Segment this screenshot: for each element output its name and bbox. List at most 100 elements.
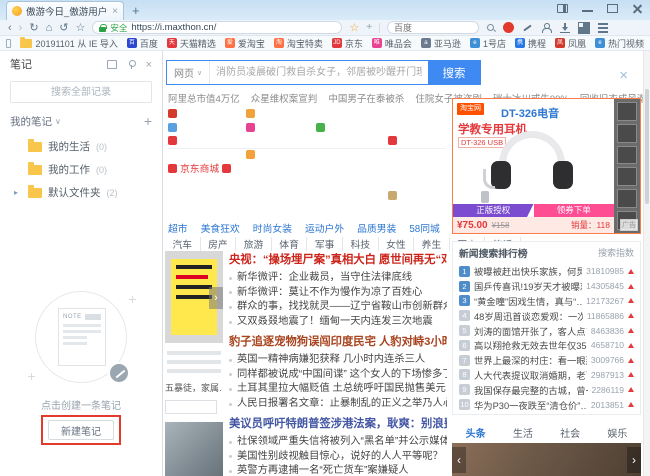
site-link[interactable]: 12306 · 火车票	[316, 148, 388, 162]
account-icon[interactable]	[540, 22, 552, 33]
favorite-star-icon[interactable]: ☆	[349, 21, 359, 34]
news-item[interactable]: 同样都被说成“中国间谍” 这个女人的下场惨多了	[229, 368, 447, 383]
download-icon[interactable]	[559, 22, 571, 33]
shop-category-link[interactable]: 美食狂欢	[201, 221, 240, 235]
ranking-row[interactable]: 4 48岁周迅首谈恋爱观：一次离… 11865886	[459, 308, 634, 323]
ad-ribbon-right[interactable]: 领券下单	[534, 204, 615, 217]
site-link[interactable]: 携程机票	[388, 148, 450, 162]
news-item[interactable]: 群众的事，找找就灵——辽宁省鞍山市创新群众工作见闻	[229, 300, 447, 315]
site-link[interactable]: 优酷	[246, 134, 316, 148]
news-category-tab[interactable]: 科技	[343, 237, 379, 251]
news-item[interactable]: 人民日报署名文章：止暴制乱的正义之举乃人心所向	[229, 397, 447, 412]
boss-key-icon[interactable]	[556, 3, 569, 14]
site-link[interactable]: 拼多多	[168, 202, 246, 216]
shop-category-link[interactable]: 超市	[168, 221, 188, 235]
news-item[interactable]: 又双叒叕地震了！缅甸一天内连发三次地震	[229, 315, 447, 330]
expand-arrow-icon[interactable]: ▸	[14, 188, 22, 197]
ranking-row[interactable]: 2 国乒传喜讯!19岁天才被曝恋… 14305845	[459, 279, 634, 294]
new-note-button[interactable]: 新建笔记	[48, 420, 114, 440]
forward-icon[interactable]: ›	[19, 21, 23, 35]
note-pen-icon[interactable]	[521, 22, 533, 33]
detach-window-icon[interactable]	[106, 59, 118, 70]
close-window-button[interactable]	[631, 3, 644, 14]
favorites-panel-icon[interactable]	[6, 39, 11, 48]
news-item[interactable]: 新华微评：企业裁员，当守住法律底线	[229, 271, 447, 286]
news-item[interactable]: 英警方再逮捕一名“死亡货车”案嫌疑人	[229, 464, 447, 476]
hotword-link[interactable]: 众星维权案宣判	[251, 91, 318, 105]
url-text[interactable]: https://i.maxthon.cn/	[131, 22, 216, 33]
site-link[interactable]: 爱奇艺	[316, 134, 388, 148]
bookmark-item[interactable]: 凤 凤凰	[555, 37, 586, 50]
site-link[interactable]: 考拉海购	[388, 175, 450, 189]
news-category-tab[interactable]: 军事	[307, 237, 343, 251]
ranking-row[interactable]: 1 被曝被赶出快乐家族，何炅… 31810985	[459, 264, 634, 279]
menu-icon[interactable]	[597, 22, 609, 33]
site-link[interactable]: QQ音乐	[246, 175, 316, 189]
site-link[interactable]: 傲游哈哈	[316, 121, 388, 135]
news-item[interactable]: 美议员呼吁特朗普签涉港法案，耿爽：别浪费美…	[229, 417, 447, 432]
bookmark-item[interactable]: 唯 唯品会	[372, 37, 412, 50]
site-link[interactable]: 今日特价	[246, 148, 316, 162]
site-link[interactable]: 小米有品	[316, 161, 388, 175]
new-tab-button[interactable]: +	[132, 3, 140, 18]
bookmark-item[interactable]: JD 京东	[332, 37, 363, 50]
bookmark-item[interactable]: e 1号店	[470, 37, 506, 50]
notes-folder-row[interactable]: ▸ 默认文件夹 (2)	[0, 181, 162, 204]
site-link[interactable]: 驴妈妈	[168, 189, 246, 203]
star-icon[interactable]: ☆	[75, 21, 85, 35]
address-bar[interactable]: 安全 https://i.maxthon.cn/	[92, 21, 342, 34]
news-item[interactable]: 豹子追逐宠物狗误闯印度民宅 人豹对峙3小时	[229, 335, 447, 350]
news-item[interactable]: 社保领域严重失信将被列入“黑名单”并公示媒体	[229, 435, 447, 450]
chevron-down-icon[interactable]: ∨	[55, 117, 144, 126]
site-link[interactable]: 聚划算	[388, 134, 450, 148]
page-search-input[interactable]	[210, 61, 428, 84]
bookmark-folder[interactable]: 20191101 从 IE 导入	[20, 37, 117, 50]
site-link[interactable]: 途风旅游	[246, 189, 316, 203]
close-notes-icon[interactable]: ×	[146, 59, 152, 70]
news-item[interactable]: 央视：“操场埋尸案”真相大白 愿世间再无“邓…	[229, 253, 447, 268]
refresh-icon[interactable]: ↻	[29, 21, 38, 35]
shop-category-link[interactable]: 时尚女装	[253, 221, 292, 235]
maximize-button[interactable]	[606, 3, 619, 14]
ranking-row[interactable]: 3 “黄金瞳”因戏生情，真与“… 12173267	[459, 294, 634, 309]
site-link[interactable]: 东方购物	[316, 202, 388, 216]
tab-close-icon[interactable]: ×	[112, 6, 118, 17]
site-link[interactable]: 太平洋网	[316, 189, 388, 203]
photo-carousel[interactable]: ‹ ›	[452, 443, 641, 476]
site-link[interactable]: 亚马逊	[246, 107, 316, 121]
news-photo-thumbnail[interactable]	[165, 422, 223, 476]
site-link[interactable]: 汽车之家	[388, 121, 450, 135]
shop-category-link[interactable]: 58同城	[409, 221, 440, 235]
hotword-link[interactable]: 中国男子在泰被杀	[328, 91, 404, 105]
ranking-row[interactable]: 9 我国保存最完整的古城，曾一… 2286119	[459, 382, 634, 397]
bookmark-item[interactable]: a 亚马逊	[421, 37, 461, 50]
apps-grid-icon[interactable]	[578, 22, 590, 33]
ranking-row[interactable]: 8 人大代表提议取消婚期，老百… 2987913	[459, 368, 634, 383]
user-avatar[interactable]	[503, 22, 514, 33]
news-item[interactable]: 新华微评：莫让不作为慢作为凉了百姓心	[229, 286, 447, 301]
notes-folder-row[interactable]: 我的生活 (0)	[0, 135, 162, 158]
site-link[interactable]: 斗鱼直播	[388, 161, 450, 175]
ranking-row[interactable]: 10 华为P30一夜跌至“清仓价”… 2013851	[459, 397, 634, 412]
site-link[interactable]: 豆瓣 · 天涯	[168, 175, 246, 189]
minimize-button[interactable]	[581, 3, 594, 14]
back-icon[interactable]: ‹	[8, 21, 12, 35]
shop-category-link[interactable]: 运动户外	[305, 221, 344, 235]
my-notes-label[interactable]: 我的笔记	[10, 114, 52, 129]
site-link[interactable]: 58招聘	[246, 202, 316, 216]
taobao-ad[interactable]: 淘宝网 DT-326电音 学教专用耳机 DT-326 USB 正版授权 领券下单	[452, 98, 641, 234]
site-link[interactable]: 凤凰网	[168, 107, 246, 121]
site-link[interactable]: 唯品会	[246, 121, 316, 135]
ranking-row[interactable]: 7 世界上最深的村庄：看一眼那… 3009766	[459, 353, 634, 368]
site-link[interactable]: 携程网	[388, 107, 450, 121]
ranking-row[interactable]: 5 刘涛的面馆开张了，客人点了… 8463836	[459, 323, 634, 338]
news-category-tab[interactable]: 体育	[272, 237, 308, 251]
shop-category-link[interactable]: 品质男装	[357, 221, 396, 235]
news-category-tab[interactable]: 女性	[379, 237, 415, 251]
search-icon[interactable]	[486, 23, 496, 33]
site-link[interactable]: 网易严选	[388, 189, 450, 203]
bookmark-item[interactable]: e 热门视频	[595, 37, 644, 50]
news-category-tab[interactable]: 汽车	[165, 237, 201, 251]
pin-icon[interactable]	[126, 59, 138, 70]
add-favorite-icon[interactable]: +	[366, 22, 372, 33]
